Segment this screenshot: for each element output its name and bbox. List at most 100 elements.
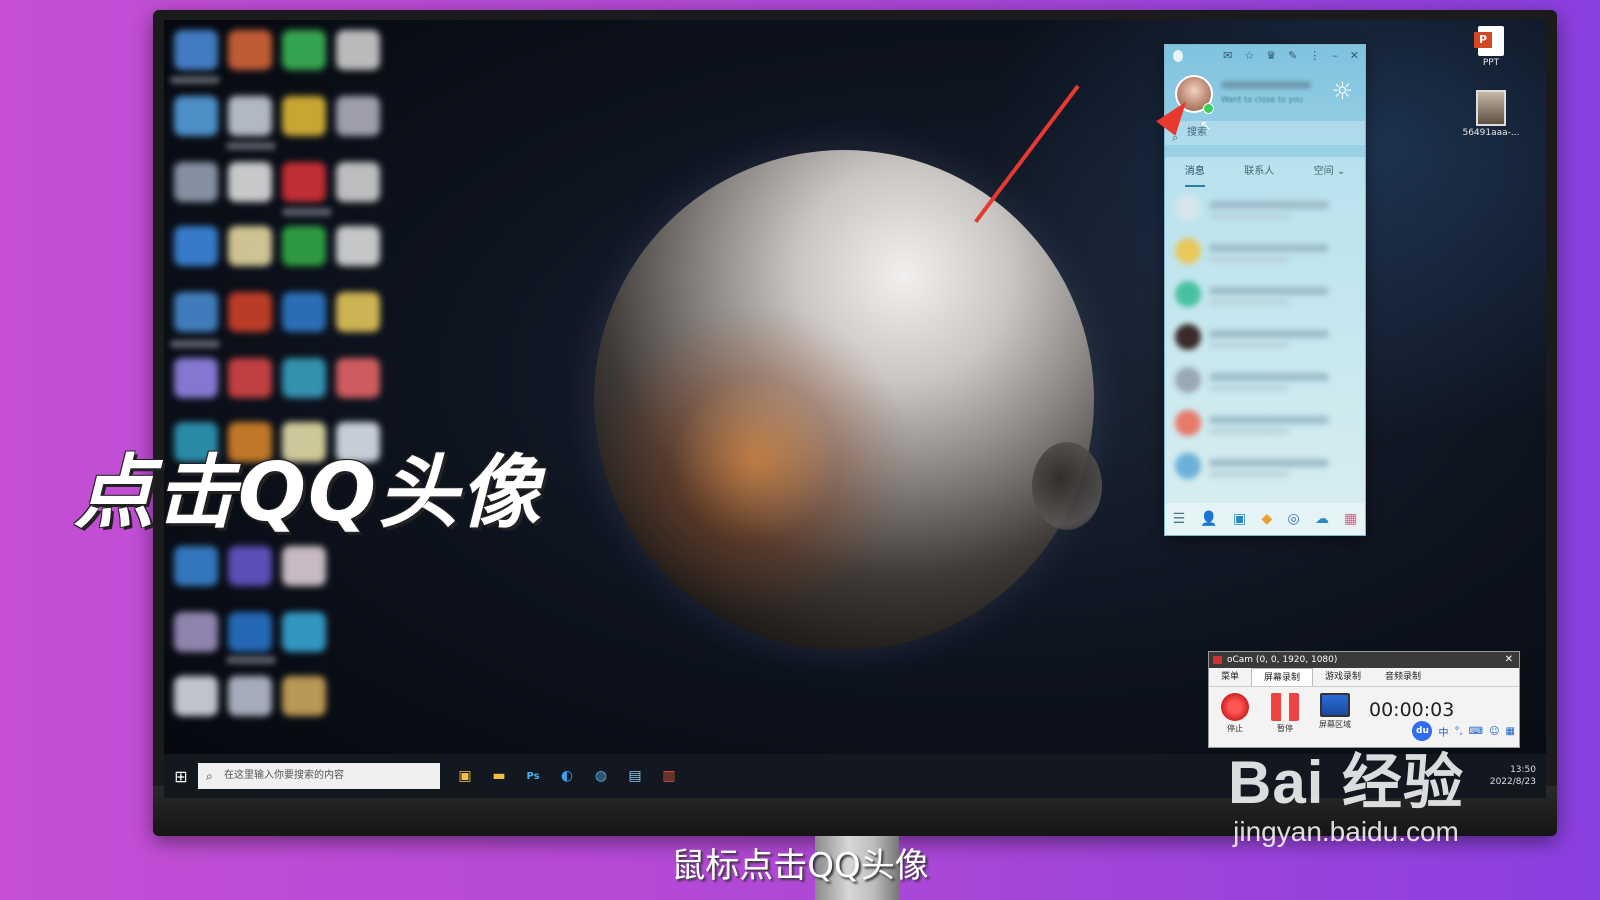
ime-keyboard-icon[interactable]: ⌨ xyxy=(1469,726,1483,737)
ime-punct-icon[interactable]: °, xyxy=(1454,726,1462,737)
ocam-title: oCam (0, 0, 1920, 1080) xyxy=(1227,655,1338,665)
desktop-icon[interactable] xyxy=(228,30,272,70)
ocam-tab-game-record[interactable]: 游戏录制 xyxy=(1313,668,1373,686)
desktop-icon[interactable] xyxy=(174,96,218,136)
desktop-icon[interactable] xyxy=(228,292,272,332)
desktop-icon[interactable] xyxy=(336,162,380,202)
photoshop-icon[interactable]: Ps xyxy=(516,771,550,782)
desktop-icon[interactable] xyxy=(282,292,326,332)
weather-icon[interactable]: ☼ xyxy=(1331,77,1353,105)
desktop-icon[interactable] xyxy=(228,226,272,266)
ocam-close-icon[interactable]: ✕ xyxy=(1505,652,1513,668)
contact-message-blurred xyxy=(1209,342,1289,348)
ime-user-icon[interactable]: ☺ xyxy=(1489,726,1499,737)
qq-vip-icon[interactable]: ♛ xyxy=(1266,49,1276,62)
desktop-icon[interactable] xyxy=(282,546,326,586)
list-item[interactable] xyxy=(1165,273,1365,316)
ocam-window[interactable]: oCam (0, 0, 1920, 1080) ✕ 菜单 屏幕录制 游戏录制 音… xyxy=(1208,651,1520,748)
baidu-ime-icon[interactable]: du xyxy=(1412,721,1433,741)
list-item[interactable] xyxy=(1165,445,1365,488)
qq-main-window[interactable]: ✉ ☆ ♛ ✎ ⋮ – ✕ Want to close to you ☼ ⌕ 搜… xyxy=(1164,44,1366,536)
stop-button[interactable]: 停止 xyxy=(1215,693,1255,734)
game-icon[interactable]: ◆ xyxy=(1262,511,1273,527)
desktop-icon[interactable] xyxy=(174,226,218,266)
desktop-icon[interactable] xyxy=(336,96,380,136)
qq-search-input[interactable]: ⌕ 搜索 xyxy=(1165,121,1365,145)
desktop-icon[interactable] xyxy=(336,226,380,266)
desktop-icon[interactable] xyxy=(282,30,326,70)
desktop-icon[interactable] xyxy=(174,292,218,332)
list-item[interactable] xyxy=(1165,187,1365,230)
qq-mail-icon[interactable]: ✉ xyxy=(1223,49,1232,62)
ppt-file-item[interactable]: P PPT xyxy=(1456,26,1526,68)
windows-start-icon[interactable]: ⊞ xyxy=(164,767,198,786)
qq-skin-icon[interactable]: ✎ xyxy=(1288,49,1297,62)
file-icon[interactable]: ▣ xyxy=(1233,511,1246,527)
contact-name-blurred xyxy=(1209,416,1329,424)
ocam-tab-menu[interactable]: 菜单 xyxy=(1209,668,1251,686)
add-contact-icon[interactable]: 👤 xyxy=(1200,511,1217,527)
desktop-icon[interactable] xyxy=(174,546,218,586)
qq-minimize-icon[interactable]: – xyxy=(1332,49,1338,62)
image-file-item[interactable]: 56491aaa-... xyxy=(1456,90,1526,138)
desktop-icon[interactable] xyxy=(174,162,218,202)
desktop-icon[interactable] xyxy=(336,30,380,70)
apps-grid-icon[interactable]: ▦ xyxy=(1344,511,1357,527)
ppt-app-icon[interactable]: ▥ xyxy=(652,768,686,784)
cloud-icon[interactable]: ☁ xyxy=(1315,511,1329,527)
list-item[interactable] xyxy=(1165,230,1365,273)
desktop-icon[interactable] xyxy=(228,676,272,716)
desktop-icon[interactable] xyxy=(228,358,272,398)
list-item[interactable] xyxy=(1165,359,1365,402)
tab-messages[interactable]: 消息 xyxy=(1184,157,1205,187)
file-explorer-icon[interactable]: ▬ xyxy=(482,768,516,784)
tab-contacts[interactable]: 联系人 xyxy=(1244,157,1274,187)
list-item[interactable] xyxy=(1165,316,1365,359)
taskbar-search-input[interactable]: ⌕ 在这里输入你要搜索的内容 xyxy=(198,763,440,789)
ime-mode[interactable]: 中 xyxy=(1438,724,1448,739)
qq-close-icon[interactable]: ✕ xyxy=(1350,49,1359,62)
menu-icon[interactable]: ☰ xyxy=(1173,511,1186,527)
desktop-icon[interactable] xyxy=(228,162,272,202)
desktop-icon[interactable] xyxy=(282,226,326,266)
contact-avatar xyxy=(1175,195,1201,221)
desktop-icon[interactable] xyxy=(228,546,272,586)
screen-area-button[interactable]: 屏幕区域 xyxy=(1315,693,1355,730)
desktop-icon[interactable] xyxy=(282,358,326,398)
desktop-icon[interactable] xyxy=(336,358,380,398)
gamepad-icon[interactable]: ◎ xyxy=(1288,511,1300,527)
desktop-icon[interactable] xyxy=(174,676,218,716)
online-status-icon[interactable] xyxy=(1203,103,1214,114)
desktop-icon[interactable] xyxy=(282,676,326,716)
browser-icon[interactable]: ◐ xyxy=(550,768,584,784)
tab-space[interactable]: 空间 ⌄ xyxy=(1314,157,1346,187)
list-item[interactable] xyxy=(1165,402,1365,445)
contact-avatar xyxy=(1175,410,1201,436)
desktop-icon[interactable] xyxy=(228,96,272,136)
contact-avatar xyxy=(1175,324,1201,350)
desktop-icon[interactable] xyxy=(174,358,218,398)
store-icon[interactable]: ▣ xyxy=(448,768,482,784)
pause-button[interactable]: 暂停 xyxy=(1265,693,1305,734)
desktop-icon[interactable] xyxy=(336,292,380,332)
desktop-icons-grid xyxy=(170,26,382,726)
planet-crater xyxy=(1032,442,1102,530)
qq-signature[interactable]: Want to close to you xyxy=(1221,95,1303,104)
sogou-browser-icon[interactable]: ◍ xyxy=(584,768,618,784)
screen-area-label: 屏幕区域 xyxy=(1319,720,1351,729)
ocam-tab-audio-record[interactable]: 音频录制 xyxy=(1373,668,1433,686)
system-tray[interactable]: 13:50 2022/8/23 xyxy=(1490,764,1546,788)
pause-label: 暂停 xyxy=(1277,724,1293,733)
pause-icon xyxy=(1271,693,1299,721)
desktop-icon[interactable] xyxy=(282,162,326,202)
desktop-icon[interactable] xyxy=(282,96,326,136)
desktop-icon[interactable] xyxy=(174,30,218,70)
qq-star-icon[interactable]: ☆ xyxy=(1244,49,1254,62)
desktop-icon[interactable] xyxy=(282,612,326,652)
ocam-tab-screen-record[interactable]: 屏幕录制 xyxy=(1251,668,1314,686)
ime-grid-icon[interactable]: ▦ xyxy=(1506,726,1515,737)
desktop-icon[interactable] xyxy=(228,612,272,652)
desktop-icon[interactable] xyxy=(174,612,218,652)
notepad-icon[interactable]: ▤ xyxy=(618,768,652,784)
qq-more-icon[interactable]: ⋮ xyxy=(1309,49,1320,62)
